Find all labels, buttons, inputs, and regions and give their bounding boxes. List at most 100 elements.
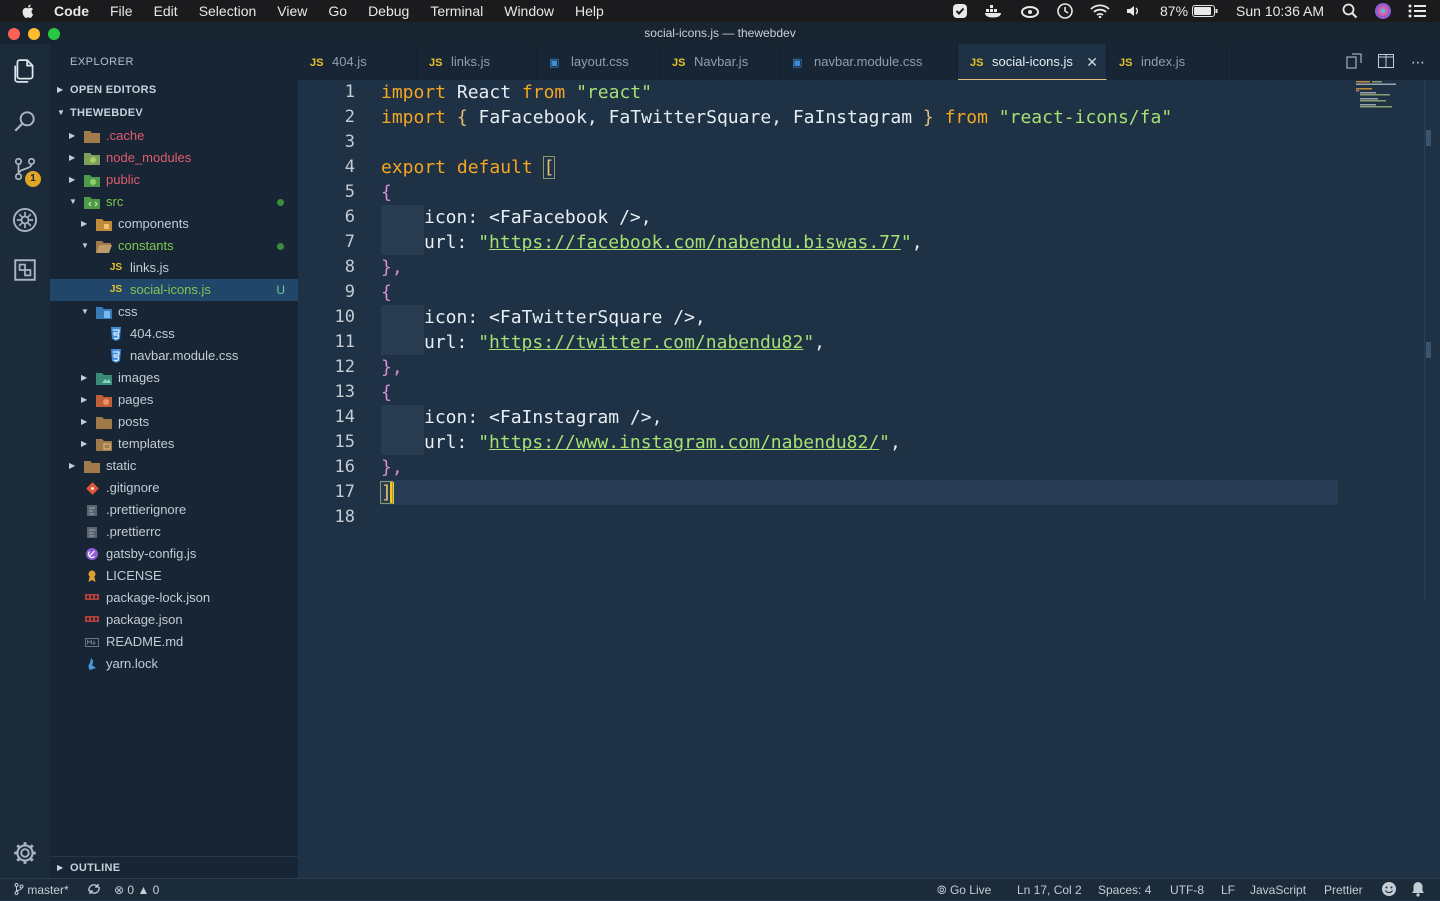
explorer-activity-icon[interactable]: [10, 56, 40, 86]
chevron-right-icon: ▶: [81, 373, 88, 382]
window-minimize-button[interactable]: [28, 28, 40, 40]
settings-gear-icon[interactable]: [10, 838, 40, 868]
close-icon[interactable]: ✕: [1086, 44, 1098, 80]
tray-time-machine-icon[interactable]: [1056, 2, 1074, 20]
tray-cloud-icon[interactable]: [1020, 4, 1040, 18]
tree-folder-pages[interactable]: ▶ pages: [50, 389, 298, 411]
tree-file-links-js[interactable]: JS links.js: [50, 257, 298, 279]
menu-debug[interactable]: Debug: [368, 3, 409, 19]
code-line-11: url: "https://twitter.com/nabendu82",: [381, 330, 825, 355]
notifications-bell-icon[interactable]: [1411, 879, 1425, 901]
menu-selection[interactable]: Selection: [199, 3, 257, 19]
encoding-setting[interactable]: UTF-8: [1170, 879, 1204, 901]
tree-label: pages: [118, 392, 154, 407]
tab-links-js[interactable]: JS links.js: [417, 44, 537, 80]
tray-wifi-icon[interactable]: [1090, 4, 1110, 18]
tree-file-prettierignore[interactable]: .prettierignore: [50, 499, 298, 521]
tree-folder-constants[interactable]: ▼ constants: [50, 235, 298, 257]
menu-window[interactable]: Window: [504, 3, 554, 19]
tree-file-prettierrc[interactable]: .prettierrc: [50, 521, 298, 543]
tab-index-js[interactable]: JS index.js: [1107, 44, 1227, 80]
indentation-setting[interactable]: Spaces: 4: [1098, 879, 1151, 901]
tree-folder-cache[interactable]: ▶ .cache: [50, 125, 298, 147]
tree-file-social-icons-js[interactable]: JS social-icons.js U: [50, 279, 298, 301]
sync-icon[interactable]: [86, 879, 102, 901]
battery-icon[interactable]: [1192, 5, 1218, 17]
menu-edit[interactable]: Edit: [154, 3, 178, 19]
tree-folder-components[interactable]: ▶ components: [50, 213, 298, 235]
tray-docker-icon[interactable]: [984, 4, 1004, 18]
feedback-smiley-icon[interactable]: [1381, 879, 1397, 901]
modified-dot: [277, 199, 284, 206]
templates-folder-icon: [96, 437, 112, 451]
extensions-activity-icon[interactable]: [10, 255, 40, 285]
jsx-tag: <FaFacebook />,: [489, 207, 652, 228]
open-editors-section[interactable]: ▶ OPEN EDITORS: [50, 79, 298, 101]
git-branch-item[interactable]: master*: [14, 879, 69, 901]
tree-file-gatsby-config[interactable]: gatsby-config.js: [50, 543, 298, 565]
tree-file-license[interactable]: LICENSE: [50, 565, 298, 587]
eol-setting[interactable]: LF: [1221, 879, 1235, 901]
tray-check-icon[interactable]: [952, 3, 968, 19]
outline-section[interactable]: ▶ OUTLINE: [50, 856, 298, 878]
workspace-root-section[interactable]: ▼ THEWEBDEV: [50, 102, 298, 124]
debug-activity-icon[interactable]: [10, 205, 40, 235]
tree-file-package-lock-json[interactable]: package-lock.json: [50, 587, 298, 609]
menu-view[interactable]: View: [277, 3, 307, 19]
window-close-button[interactable]: [8, 28, 20, 40]
tree-folder-static[interactable]: ▶ static: [50, 455, 298, 477]
minimap[interactable]: [1356, 80, 1406, 120]
problems-item[interactable]: ⊗ 0 ▲ 0: [114, 879, 159, 901]
menu-terminal[interactable]: Terminal: [430, 3, 483, 19]
code-area[interactable]: import React from "react" import { FaFac…: [380, 80, 1421, 878]
tree-file-gitignore[interactable]: .gitignore: [50, 477, 298, 499]
window-zoom-button[interactable]: [48, 28, 60, 40]
tree-label: gatsby-config.js: [106, 546, 197, 561]
more-actions-icon[interactable]: ⋯: [1402, 54, 1434, 71]
tree-folder-src[interactable]: ▼ src: [50, 191, 298, 213]
tree-folder-node-modules[interactable]: ▶ node_modules: [50, 147, 298, 169]
vertical-scrollbar[interactable]: [1424, 80, 1432, 600]
property-key: icon:: [424, 407, 490, 428]
menu-file[interactable]: File: [110, 3, 133, 19]
tree-file-readme-md[interactable]: README.md: [50, 631, 298, 653]
url-link[interactable]: https://twitter.com/nabendu82: [489, 332, 803, 353]
code-editor[interactable]: 1 2 3 4 5 6 7 8 9 10 11 12 13 14 15 16 1…: [298, 80, 1440, 878]
tab-social-icons-js[interactable]: JS social-icons.js ✕: [958, 44, 1107, 80]
url-link[interactable]: https://facebook.com/nabendu.biswas.77: [489, 232, 901, 253]
language-mode[interactable]: JavaScript: [1250, 879, 1306, 901]
spotlight-search-icon[interactable]: [1342, 3, 1358, 19]
tab-navbar-js[interactable]: JS Navbar.js: [660, 44, 780, 80]
tree-file-package-json[interactable]: package.json: [50, 609, 298, 631]
menu-go[interactable]: Go: [328, 3, 347, 19]
notification-center-icon[interactable]: [1408, 4, 1426, 18]
tab-label: index.js: [1141, 54, 1186, 69]
tree-file-navbar-module-css[interactable]: navbar.module.css: [50, 345, 298, 367]
url-link[interactable]: https://www.instagram.com/nabendu82/: [489, 432, 879, 453]
apple-logo-icon[interactable]: [20, 3, 36, 19]
split-editor-icon[interactable]: [1370, 53, 1402, 71]
tree-folder-css[interactable]: ▼ css: [50, 301, 298, 323]
prettier-status[interactable]: Prettier: [1324, 879, 1363, 901]
tree-folder-public[interactable]: ▶ public: [50, 169, 298, 191]
tree-folder-images[interactable]: ▶ images: [50, 367, 298, 389]
tab-layout-css[interactable]: ▣ layout.css: [537, 44, 660, 80]
tree-folder-posts[interactable]: ▶ posts: [50, 411, 298, 433]
search-activity-icon[interactable]: [10, 106, 40, 136]
chevron-right-icon: ▶: [69, 153, 76, 162]
tab-404-js[interactable]: JS 404.js: [298, 44, 417, 80]
tray-volume-icon[interactable]: [1126, 4, 1142, 18]
tree-file-yarn-lock[interactable]: yarn.lock: [50, 653, 298, 675]
tree-folder-templates[interactable]: ▶ templates: [50, 433, 298, 455]
menu-help[interactable]: Help: [575, 3, 604, 19]
go-live-button[interactable]: ⦾ Go Live: [937, 879, 991, 901]
siri-icon[interactable]: [1374, 2, 1392, 20]
menu-app-name[interactable]: Code: [54, 3, 89, 19]
menubar-clock[interactable]: Sun 10:36 AM: [1236, 3, 1324, 19]
open-changes-icon[interactable]: [1338, 53, 1370, 72]
explorer-sidebar: EXPLORER ▶ OPEN EDITORS ▼ THEWEBDEV ▶ .c…: [50, 44, 298, 878]
tree-file-404-css[interactable]: 404.css: [50, 323, 298, 345]
cursor-position[interactable]: Ln 17, Col 2: [1017, 879, 1082, 901]
git-branch-label: master*: [27, 883, 69, 897]
tab-navbar-module-css[interactable]: ▣ navbar.module.css: [780, 44, 958, 80]
